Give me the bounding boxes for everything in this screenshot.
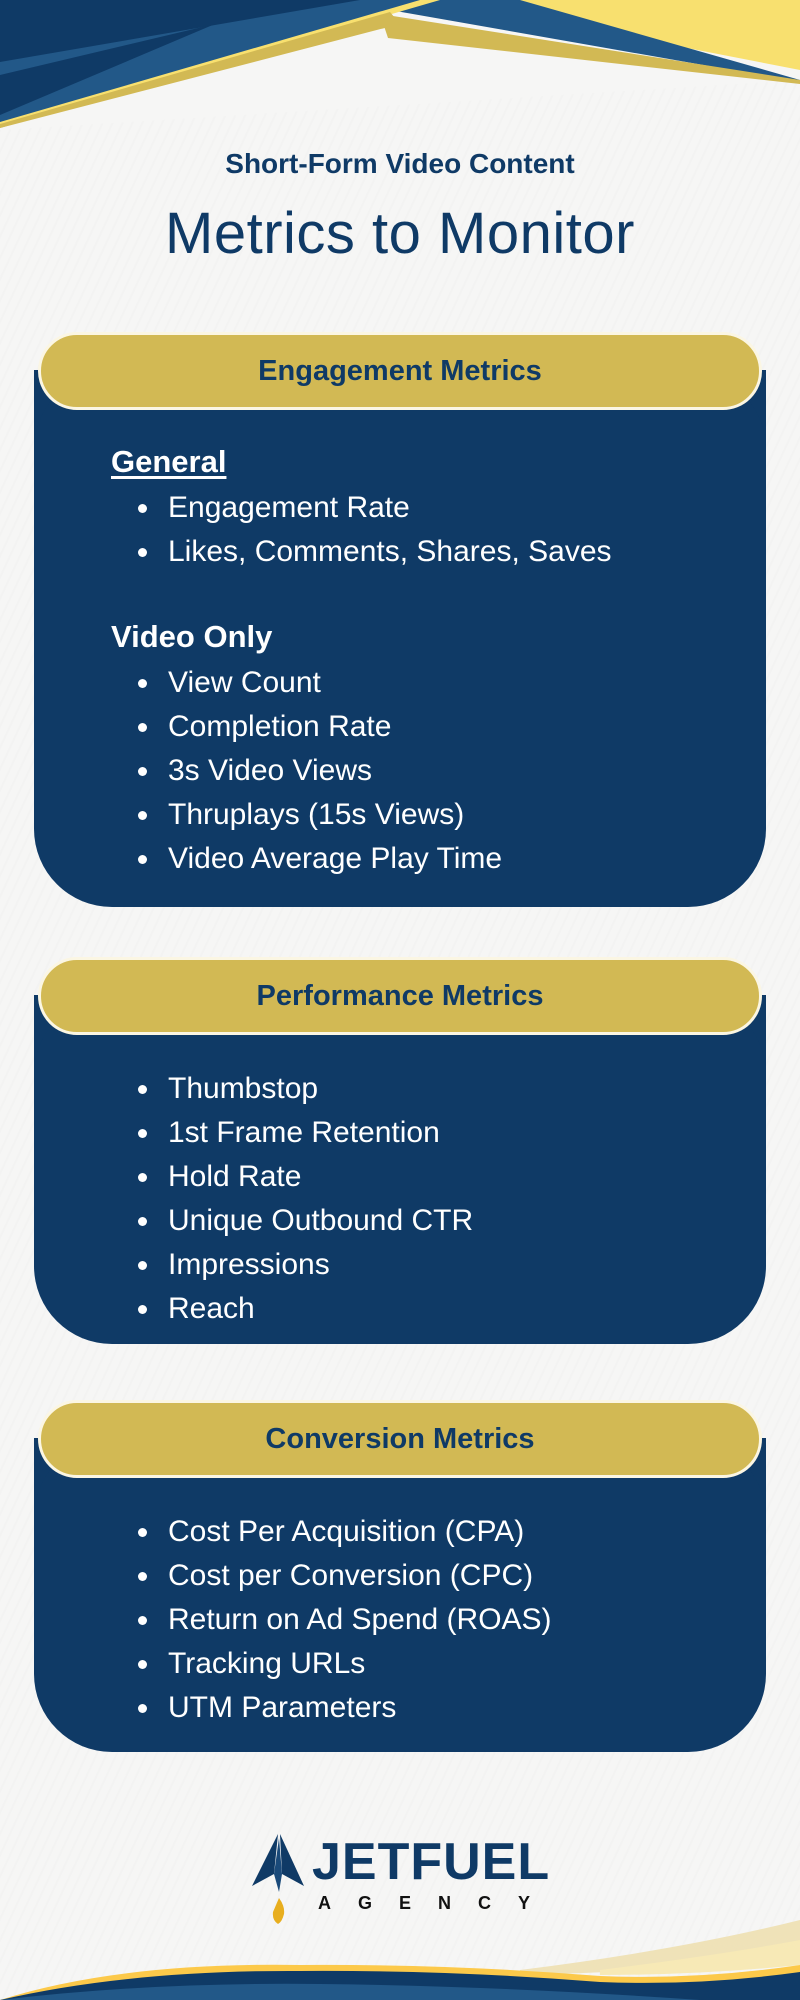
bullet-icon bbox=[138, 1261, 147, 1270]
bullet-icon bbox=[138, 723, 147, 732]
bullet-icon bbox=[138, 767, 147, 776]
list-item: Likes, Comments, Shares, Saves bbox=[138, 530, 612, 574]
item-label: Engagement Rate bbox=[168, 491, 410, 524]
section-header-pill: Performance Metrics bbox=[38, 957, 762, 1035]
item-label: Return on Ad Spend (ROAS) bbox=[168, 1603, 552, 1636]
item-label: View Count bbox=[168, 666, 321, 699]
list-item: View Count bbox=[138, 661, 612, 705]
item-label: Completion Rate bbox=[168, 710, 392, 743]
item-label: Cost per Conversion (CPC) bbox=[168, 1559, 534, 1592]
section-header-pill: Conversion Metrics bbox=[38, 1400, 762, 1478]
group-heading-general: General bbox=[111, 444, 227, 479]
bullet-icon bbox=[138, 1572, 147, 1581]
bullet-icon bbox=[138, 1616, 147, 1625]
bullet-icon bbox=[138, 1305, 147, 1314]
section-performance-metrics: Performance Metrics Thumbstop 1st Frame … bbox=[34, 957, 766, 1344]
bullet-icon bbox=[138, 1085, 147, 1094]
item-label: 1st Frame Retention bbox=[168, 1116, 440, 1149]
group-heading-video-only: Video Only bbox=[111, 619, 273, 654]
list-item: Video Average Play Time bbox=[138, 837, 612, 881]
bullet-icon bbox=[138, 855, 147, 864]
item-label: Impressions bbox=[168, 1248, 330, 1281]
bullet-icon bbox=[138, 1173, 147, 1182]
bullet-icon bbox=[138, 1217, 147, 1226]
list-item: Thruplays (15s Views) bbox=[138, 793, 612, 837]
bullet-icon bbox=[138, 679, 147, 688]
list-item: Reach bbox=[138, 1287, 473, 1331]
list-item: Unique Outbound CTR bbox=[138, 1199, 473, 1243]
general-metrics-list: Engagement Rate Likes, Comments, Shares,… bbox=[111, 486, 612, 574]
conversion-metrics-list: Cost Per Acquisition (CPA) Cost per Conv… bbox=[111, 1510, 552, 1730]
bullet-icon bbox=[138, 1528, 147, 1537]
list-item: 1st Frame Retention bbox=[138, 1111, 473, 1155]
performance-metrics-list: Thumbstop 1st Frame Retention Hold Rate … bbox=[111, 1067, 473, 1331]
list-item: Hold Rate bbox=[138, 1155, 473, 1199]
item-label: UTM Parameters bbox=[168, 1691, 397, 1724]
bullet-icon bbox=[138, 811, 147, 820]
item-label: Tracking URLs bbox=[168, 1647, 366, 1680]
list-item: Cost per Conversion (CPC) bbox=[138, 1554, 552, 1598]
list-item: Return on Ad Spend (ROAS) bbox=[138, 1598, 552, 1642]
bullet-icon bbox=[138, 1660, 147, 1669]
list-item: 3s Video Views bbox=[138, 749, 612, 793]
bullet-icon bbox=[138, 504, 147, 513]
item-label: Thumbstop bbox=[168, 1072, 319, 1105]
list-item: Cost Per Acquisition (CPA) bbox=[138, 1510, 552, 1554]
bullet-icon bbox=[138, 1129, 147, 1138]
page-subtitle: Short-Form Video Content bbox=[225, 148, 575, 179]
section-header-pill: Engagement Metrics bbox=[38, 332, 762, 410]
item-label: Reach bbox=[168, 1292, 255, 1325]
item-label: Unique Outbound CTR bbox=[168, 1204, 474, 1237]
page-title: Metrics to Monitor bbox=[165, 201, 635, 266]
list-item: Tracking URLs bbox=[138, 1642, 552, 1686]
header-decoration bbox=[0, 0, 800, 130]
item-label: Thruplays (15s Views) bbox=[168, 798, 465, 831]
item-label: 3s Video Views bbox=[168, 754, 373, 787]
section-conversion-metrics: Conversion Metrics Cost Per Acquisition … bbox=[34, 1400, 766, 1752]
list-item: Impressions bbox=[138, 1243, 473, 1287]
logo-tagline: AGENCY bbox=[318, 1893, 558, 1913]
paper-plane-rocket-icon bbox=[252, 1834, 304, 1924]
section-content: Thumbstop 1st Frame Retention Hold Rate … bbox=[111, 1067, 473, 1331]
item-label: Likes, Comments, Shares, Saves bbox=[168, 535, 612, 568]
jetfuel-agency-logo: JETFUEL AGENCY bbox=[250, 1830, 560, 1930]
item-label: Video Average Play Time bbox=[168, 842, 503, 875]
item-label: Hold Rate bbox=[168, 1160, 302, 1193]
section-content: Cost Per Acquisition (CPA) Cost per Conv… bbox=[111, 1510, 552, 1730]
footer-decoration bbox=[0, 1920, 800, 2000]
list-item: Engagement Rate bbox=[138, 486, 612, 530]
bullet-icon bbox=[138, 1704, 147, 1713]
logo-wordmark: JETFUEL bbox=[312, 1833, 551, 1891]
video-only-metrics-list: View Count Completion Rate 3s Video View… bbox=[111, 661, 612, 881]
list-item: UTM Parameters bbox=[138, 1686, 552, 1730]
item-label: Cost Per Acquisition (CPA) bbox=[168, 1515, 525, 1548]
section-content: General Engagement Rate Likes, Comments,… bbox=[111, 442, 612, 881]
list-item: Thumbstop bbox=[138, 1067, 473, 1111]
list-item: Completion Rate bbox=[138, 705, 612, 749]
section-engagement-metrics: Engagement Metrics General Engagement Ra… bbox=[34, 332, 766, 907]
bullet-icon bbox=[138, 548, 147, 557]
